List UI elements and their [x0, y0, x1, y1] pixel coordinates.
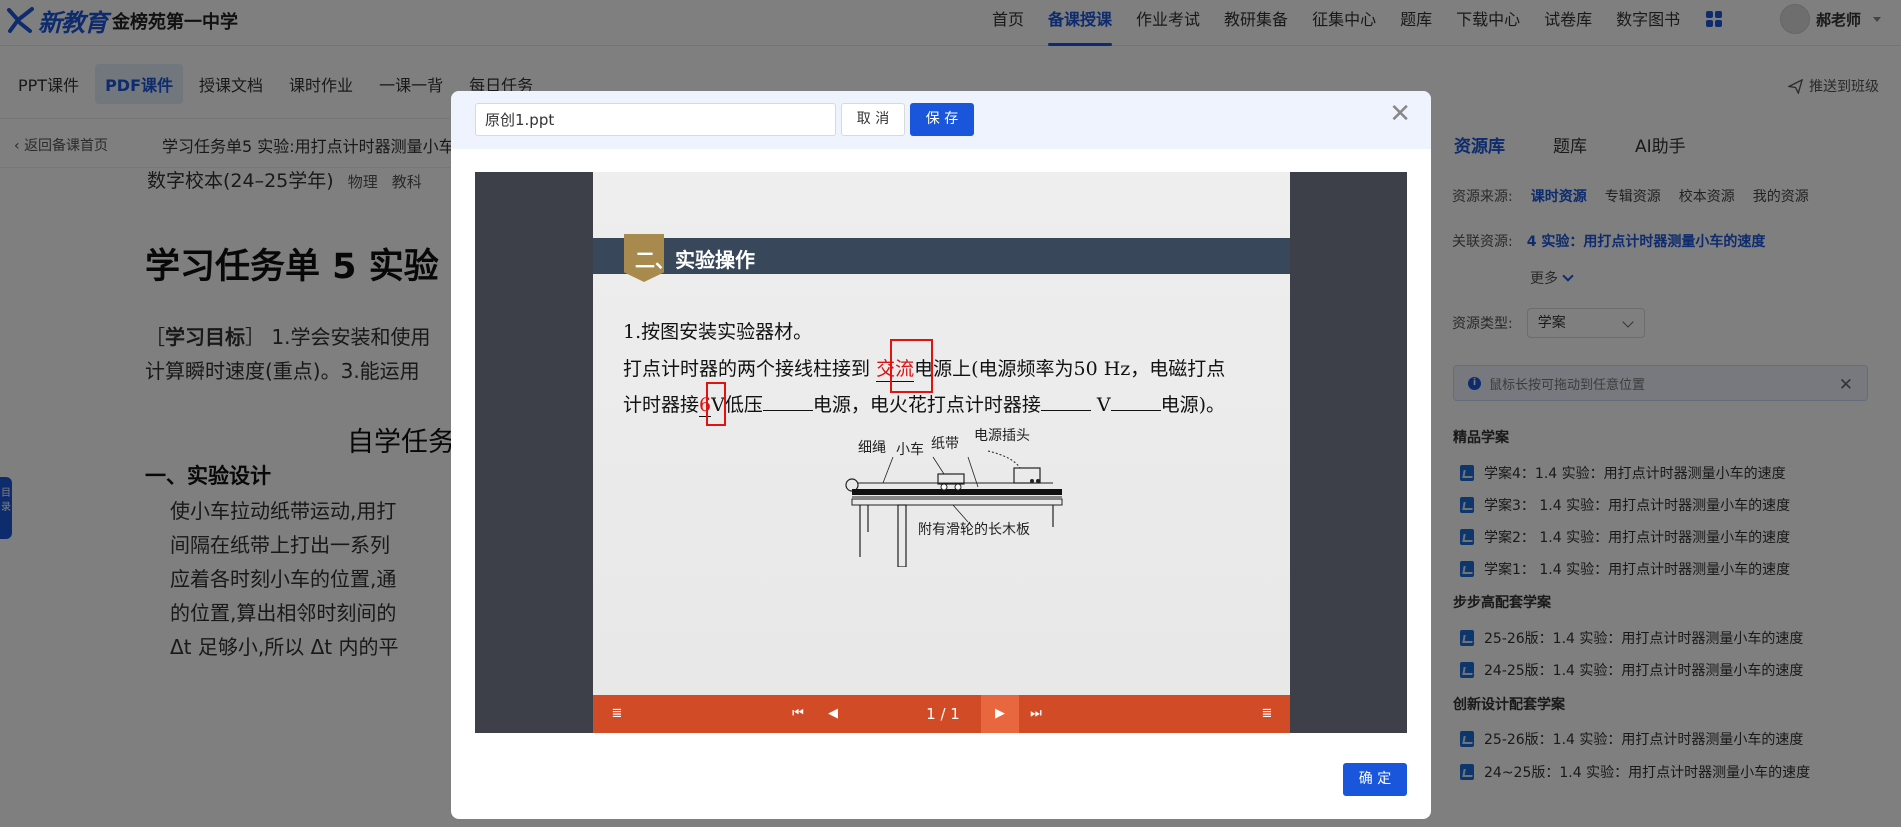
- dialog-header: 取 消 保 存 ✕: [451, 91, 1431, 149]
- menu-icon[interactable]: ≣: [1253, 695, 1281, 733]
- blank: [762, 410, 813, 411]
- label-tape: 纸带: [931, 436, 959, 452]
- slide-text: V: [1096, 394, 1111, 416]
- preview-dialog: 取 消 保 存 ✕ 二、实验操作 1.按图安装实验器材。 打点计时器的两个接线柱…: [451, 91, 1431, 819]
- page-indicator: 1 / 1: [926, 705, 960, 723]
- slide-text: 电源，电火花打点计时器接: [812, 394, 1041, 416]
- viewer-toolbar: ≣ ⏮ ◀ 1 / 1 ▶ ⏭ ≣: [593, 695, 1290, 733]
- slide-line-1: 1.按图安装实验器材。: [623, 321, 813, 343]
- blank: [1110, 410, 1161, 411]
- slide-text: 电源)。: [1160, 394, 1226, 416]
- slide-text: 计时器接: [623, 394, 700, 416]
- blank: [1040, 410, 1091, 411]
- label-string: 细绳: [858, 440, 886, 456]
- section-title-text: 实验操作: [675, 248, 755, 272]
- label-cart: 小车: [896, 442, 924, 458]
- section-number: 二、: [635, 248, 675, 272]
- last-page-icon[interactable]: ⏭: [1021, 695, 1051, 733]
- ppt-viewer: 二、实验操作 1.按图安装实验器材。 打点计时器的两个接线柱接到 交流电源上(电…: [475, 172, 1407, 733]
- section-title: 二、实验操作: [635, 244, 755, 273]
- close-icon[interactable]: ✕: [1389, 101, 1411, 127]
- apparatus-diagram: 细绳 小车 纸带 电源插头 附有滑轮的长木板: [838, 428, 1063, 568]
- highlight-box: [706, 382, 726, 426]
- slide-text: 电源上(电源频率为50 Hz，电磁打点: [914, 358, 1226, 380]
- next-page-icon[interactable]: ▶: [981, 695, 1019, 733]
- outline-icon[interactable]: ≣: [603, 695, 631, 733]
- slide: 二、实验操作 1.按图安装实验器材。 打点计时器的两个接线柱接到 交流电源上(电…: [593, 172, 1290, 695]
- cancel-button[interactable]: 取 消: [841, 103, 905, 136]
- save-button[interactable]: 保 存: [910, 103, 974, 136]
- label-board: 附有滑轮的长木板: [918, 522, 1030, 538]
- slide-text: 打点计时器的两个接线柱接到: [623, 358, 871, 380]
- filename-input[interactable]: [475, 103, 836, 136]
- label-plug: 电源插头: [974, 428, 1030, 444]
- prev-page-icon[interactable]: ◀: [818, 695, 848, 733]
- highlight-box: [890, 339, 933, 393]
- first-page-icon[interactable]: ⏮: [783, 695, 813, 733]
- confirm-button[interactable]: 确 定: [1343, 763, 1407, 796]
